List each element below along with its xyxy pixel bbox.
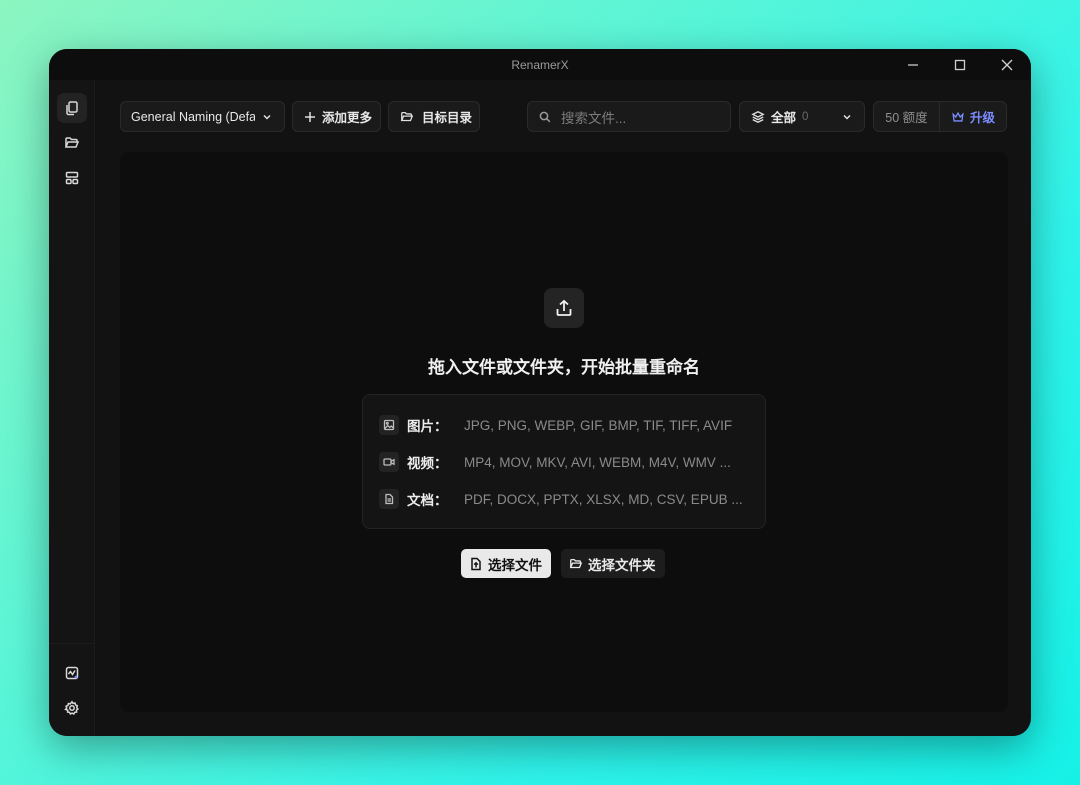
chevron-down-icon (843, 114, 851, 120)
close-icon (1001, 59, 1013, 70)
copy-files-icon (66, 101, 78, 116)
search-placeholder: 搜索文件... (561, 110, 627, 126)
format-list: MP4, MOV, MKV, AVI, WEBM, M4V, WMV ... (464, 454, 731, 470)
close-button[interactable] (984, 49, 1030, 80)
upload-icon (556, 299, 572, 316)
gear-icon (64, 700, 79, 716)
sidebar-item-activity[interactable] (57, 658, 87, 688)
folder-open-icon (64, 137, 80, 148)
toolbar: General Naming (Defa 添加更多 目标目录 搜索文件... 全… (120, 101, 1007, 132)
minimize-button[interactable] (890, 49, 936, 80)
format-list: JPG, PNG, WEBP, GIF, BMP, TIF, TIFF, AVI… (464, 417, 733, 433)
folder-open-icon (569, 558, 583, 568)
add-more-button[interactable]: 添加更多 (292, 101, 381, 132)
add-more-label: 添加更多 (322, 111, 373, 125)
sidebar-divider (49, 643, 94, 644)
video-icon (379, 452, 399, 472)
filter-label: 全部 (771, 111, 797, 125)
select-folder-label: 选择文件夹 (588, 557, 656, 573)
document-icon (379, 489, 399, 509)
crown-icon (952, 111, 964, 122)
activity-chart-icon (65, 666, 79, 680)
select-folder-button[interactable]: 选择文件夹 (561, 549, 665, 578)
file-drop-zone[interactable]: 拖入文件或文件夹，开始批量重命名 图片： JPG, PNG, WEBP, GIF… (120, 152, 1008, 712)
format-name: 图片： (407, 419, 448, 434)
format-name: 文档： (407, 493, 448, 508)
window-title: RenamerX (511, 58, 569, 72)
select-files-label: 选择文件 (488, 557, 542, 573)
format-name: 视频： (407, 456, 448, 471)
sidebar (49, 80, 95, 736)
file-type-filter-select[interactable]: 全部 0 (739, 101, 865, 132)
title-bar[interactable]: RenamerX (49, 49, 1031, 80)
filter-count: 0 (802, 110, 809, 123)
supported-formats-panel: 图片： JPG, PNG, WEBP, GIF, BMP, TIF, TIFF,… (362, 394, 766, 529)
target-directory-label: 目标目录 (422, 111, 473, 125)
naming-preset-select[interactable]: General Naming (Defa (120, 101, 285, 132)
upload-icon-box (544, 288, 584, 328)
target-directory-button[interactable]: 目标目录 (388, 101, 480, 132)
minimize-icon (908, 63, 918, 66)
sidebar-item-templates[interactable] (57, 163, 87, 193)
format-row-documents: 文档： PDF, DOCX, PPTX, XLSX, MD, CSV, EPUB… (379, 489, 743, 509)
sidebar-item-folders[interactable] (57, 128, 87, 158)
upgrade-button[interactable]: 升级 (939, 101, 1007, 132)
upgrade-label: 升级 (970, 111, 996, 125)
layers-icon (751, 110, 765, 123)
search-input[interactable]: 搜索文件... (527, 101, 731, 132)
maximize-icon (954, 59, 966, 70)
search-icon (539, 111, 551, 122)
quota-label: 50 额度 (885, 111, 928, 125)
drop-zone-headline: 拖入文件或文件夹，开始批量重命名 (428, 358, 700, 377)
maximize-button[interactable] (937, 49, 983, 80)
format-list: PDF, DOCX, PPTX, XLSX, MD, CSV, EPUB ... (464, 491, 743, 507)
image-icon (379, 415, 399, 435)
format-row-videos: 视频： MP4, MOV, MKV, AVI, WEBM, M4V, WMV .… (379, 452, 731, 472)
naming-preset-label: General Naming (Defa (131, 109, 255, 124)
file-upload-icon (471, 557, 481, 570)
layout-icon (65, 171, 79, 185)
folder-icon (400, 111, 414, 121)
quota-display: 50 额度 (873, 101, 940, 132)
sidebar-item-settings[interactable] (57, 693, 87, 723)
chevron-down-icon (263, 114, 271, 120)
sidebar-item-files[interactable] (57, 93, 87, 123)
select-files-button[interactable]: 选择文件 (461, 549, 551, 578)
format-row-images: 图片： JPG, PNG, WEBP, GIF, BMP, TIF, TIFF,… (379, 415, 732, 435)
plus-icon (305, 111, 315, 122)
app-window: RenamerX General Naming (Defa 添加更多 目标目录 … (49, 49, 1031, 736)
